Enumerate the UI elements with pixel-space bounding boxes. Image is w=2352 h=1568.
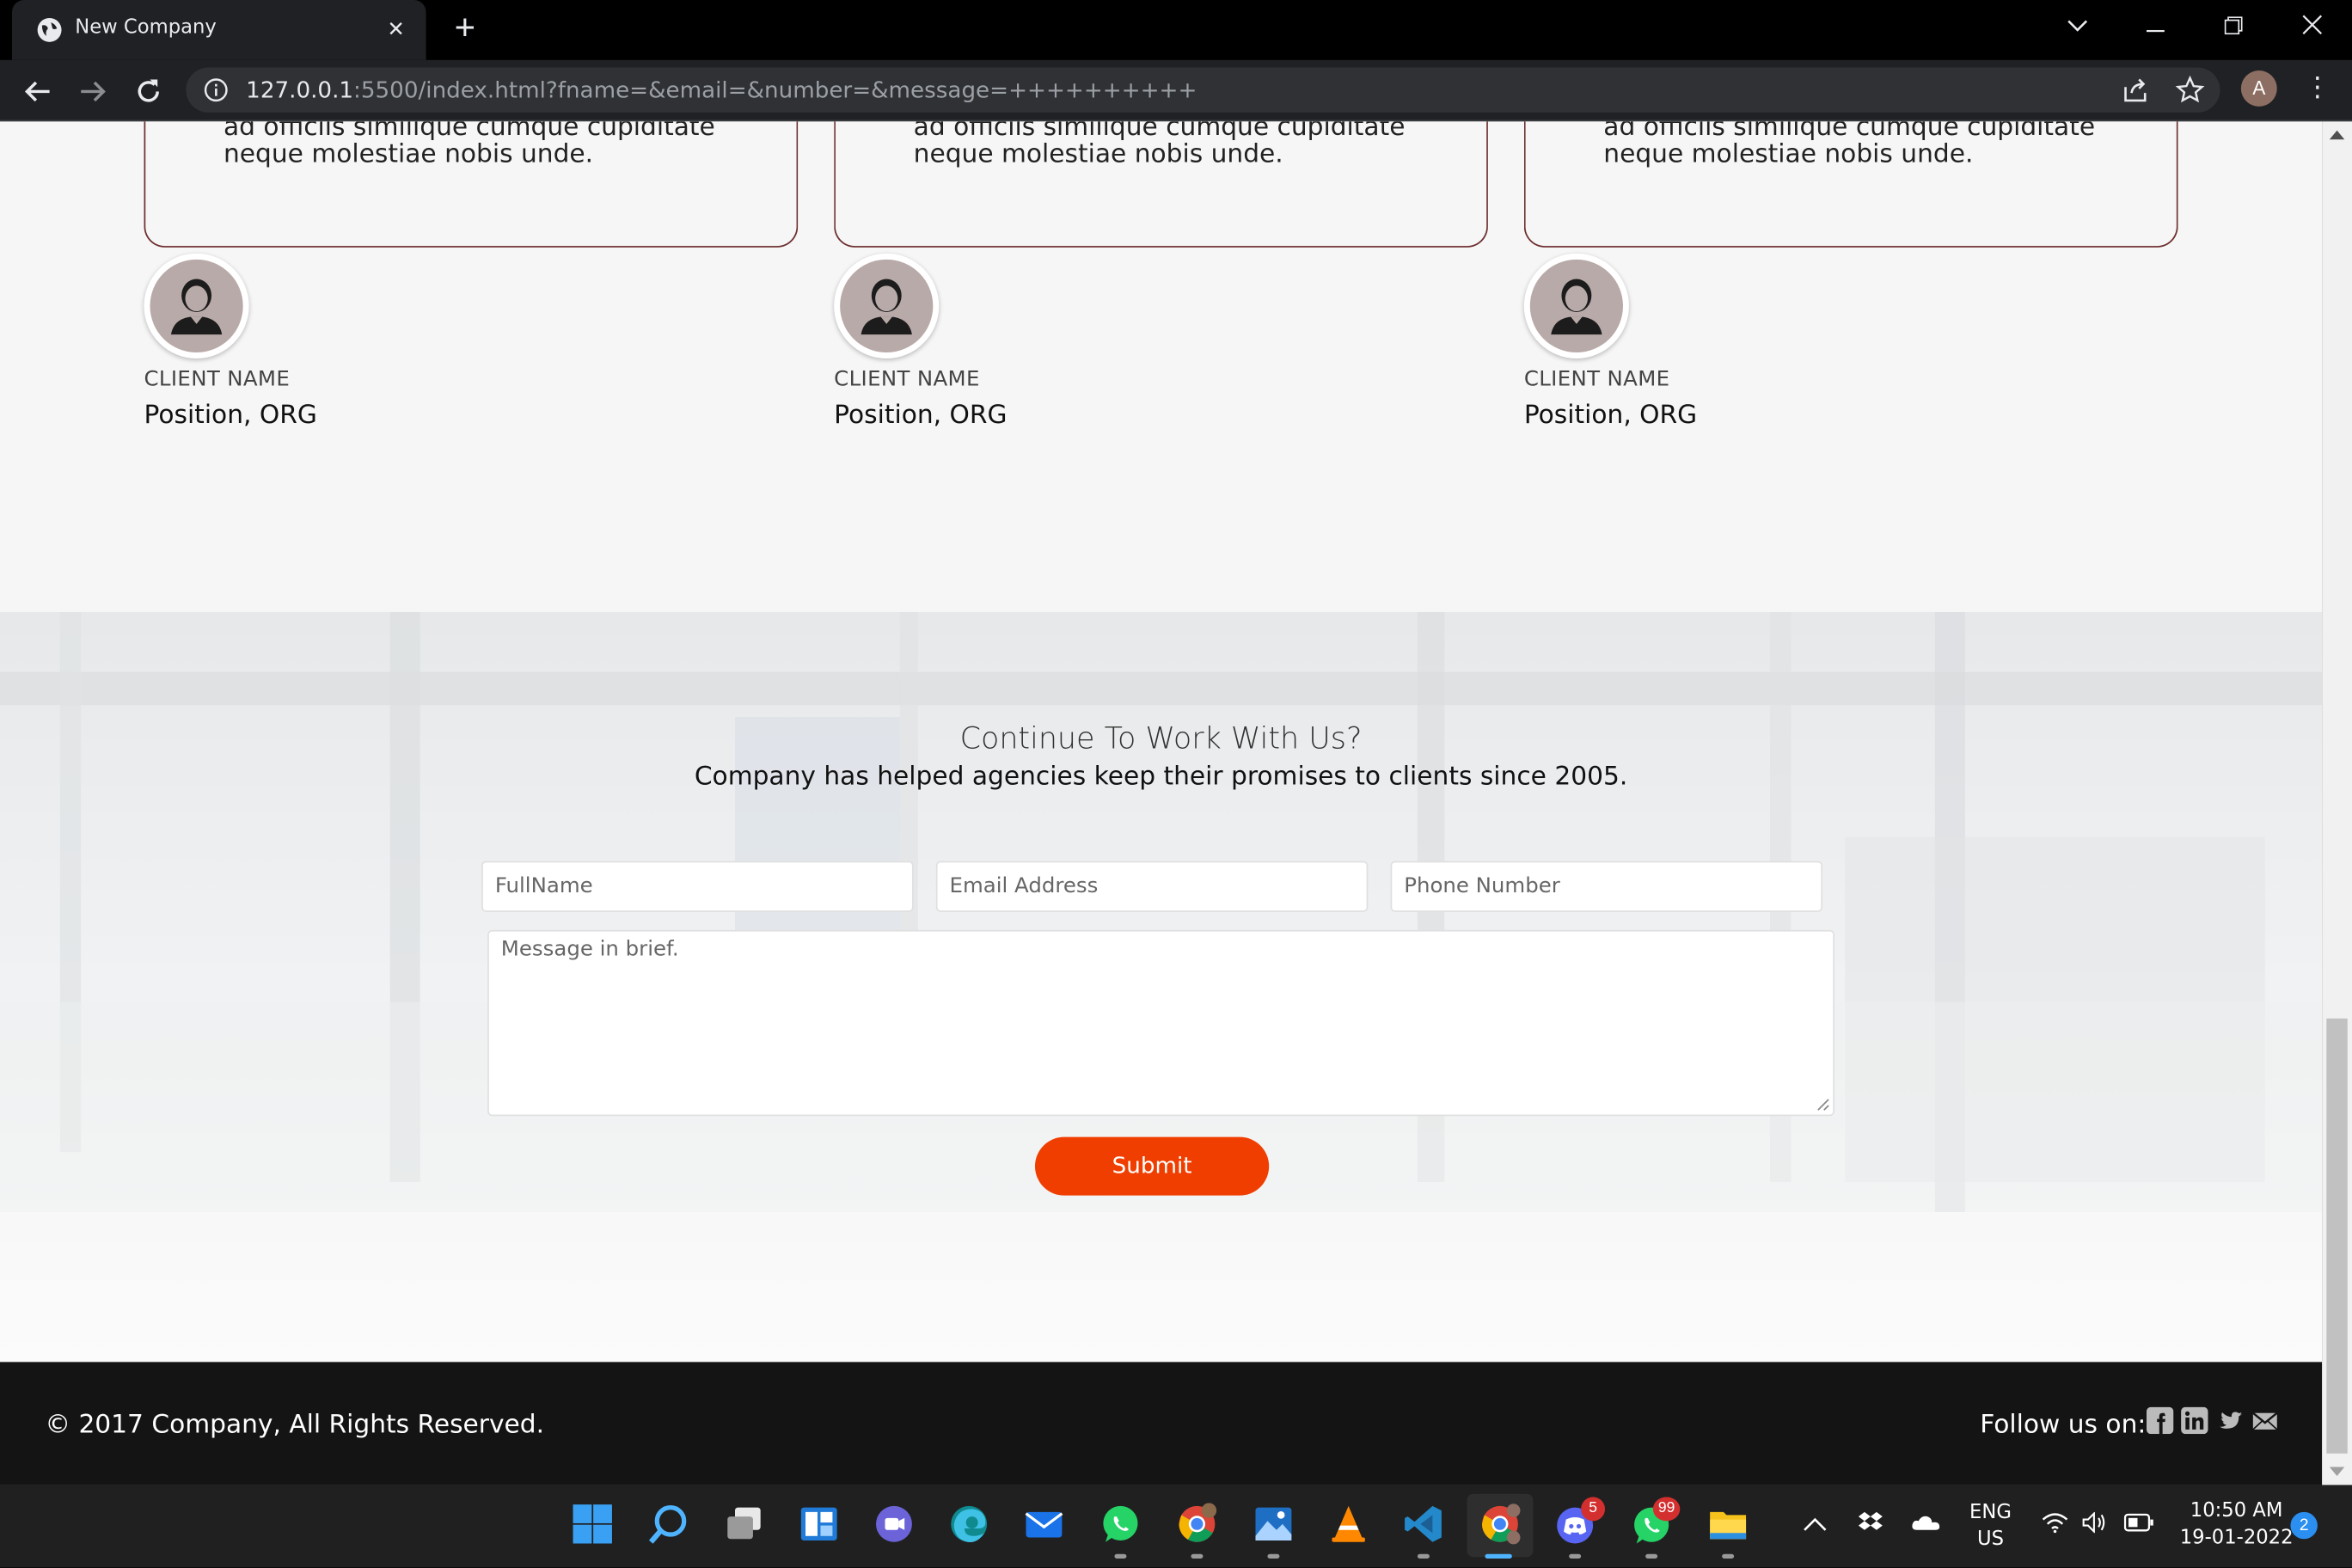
message-textarea[interactable]: Message in brief. (487, 929, 1835, 1117)
chrome-profile-icon[interactable] (1176, 1503, 1218, 1545)
chrome-icon[interactable] (1479, 1503, 1521, 1545)
mail-icon[interactable] (2251, 1407, 2278, 1434)
resize-grip-icon[interactable] (1816, 1098, 1830, 1112)
testimonial-card: ad officiis similique cumque cupiditate … (1523, 121, 2178, 248)
whatsapp-badge: 99 (1652, 1497, 1681, 1522)
user-silhouette-icon (1551, 279, 1602, 335)
new-tab-button[interactable]: + (444, 9, 486, 51)
message-placeholder: Message in brief. (500, 937, 679, 962)
linkedin-icon[interactable] (2181, 1406, 2208, 1435)
wifi-icon[interactable] (2042, 1512, 2068, 1534)
submit-button[interactable]: Submit (1034, 1136, 1270, 1196)
client-name: CLIENT NAME (834, 367, 980, 392)
active-indicator (1485, 1553, 1512, 1559)
edge-browser-icon[interactable] (948, 1503, 990, 1545)
region-indicator[interactable]: US (1965, 1528, 2016, 1551)
widgets-icon[interactable] (798, 1503, 840, 1545)
testimonial-card: ad officiis similique cumque cupiditate … (834, 121, 1488, 248)
contact-title: Continue To Work With Us? (959, 720, 1363, 756)
vscode-icon[interactable] (1402, 1503, 1444, 1545)
back-icon[interactable] (18, 72, 57, 111)
forward-icon[interactable] (74, 72, 113, 111)
mail-app-icon[interactable] (1023, 1503, 1065, 1545)
browser-toolbar: 127.0.0.1:5500/index.html?fname=&email=&… (0, 59, 2352, 122)
contact-subtitle: Company has helped agencies keep their p… (694, 762, 1628, 793)
bookmark-star-icon[interactable] (2175, 75, 2205, 105)
running-indicator (1191, 1553, 1204, 1559)
client-name: CLIENT NAME (1523, 367, 1670, 392)
testimonial-card: ad officiis similique cumque cupiditate … (144, 121, 799, 248)
testimonial-quote: neque molestiae nobis unde. (223, 139, 594, 170)
windows-taskbar: 5 99 ENG US 10:50 AM 19-01-2022 2 (0, 1485, 2352, 1568)
contact-section: Continue To Work With Us? Company has he… (0, 611, 2323, 1363)
globe-icon (37, 17, 62, 42)
user-silhouette-icon (861, 279, 912, 335)
url-path: :5500/index.html?fname=&email=&number=&m… (353, 76, 1197, 104)
tab-title: New Company (75, 16, 217, 40)
page-footer: © 2017 Company, All Rights Reserved. Fol… (0, 1362, 2323, 1485)
task-view-icon[interactable] (723, 1503, 765, 1545)
minimize-icon[interactable] (2121, 0, 2190, 54)
search-icon[interactable] (648, 1503, 690, 1545)
page-scrollbar[interactable] (2322, 121, 2352, 1485)
windows-start-icon[interactable] (572, 1503, 614, 1545)
running-indicator (1722, 1553, 1735, 1559)
whatsapp-icon[interactable] (1099, 1503, 1142, 1545)
file-explorer-icon[interactable] (1707, 1503, 1749, 1545)
site-info-icon[interactable] (204, 78, 228, 102)
vlc-icon[interactable] (1327, 1503, 1369, 1545)
copyright-text: © 2017 Company, All Rights Reserved. (45, 1410, 545, 1441)
url-text: 127.0.0.1:5500/index.html?fname=&email=&… (246, 77, 1197, 103)
address-bar[interactable]: 127.0.0.1:5500/index.html?fname=&email=&… (186, 67, 2220, 113)
scroll-down-icon[interactable] (2329, 1467, 2345, 1476)
running-indicator (1114, 1553, 1127, 1559)
client-position: Position, ORG (144, 400, 317, 431)
follow-label: Follow us on: (1980, 1410, 2147, 1441)
scroll-up-icon[interactable] (2329, 130, 2345, 140)
client-avatar (834, 253, 940, 359)
client-position: Position, ORG (834, 400, 1008, 431)
clock-time[interactable]: 10:50 AM (2169, 1500, 2304, 1522)
close-window-icon[interactable] (2277, 0, 2346, 54)
volume-icon[interactable] (2082, 1511, 2109, 1534)
browser-tab[interactable]: New Company ✕ (11, 0, 426, 60)
restore-icon[interactable] (2199, 0, 2268, 54)
chevron-up-icon[interactable] (1803, 1516, 1827, 1531)
testimonial-quote: neque molestiae nobis unde. (913, 139, 1283, 170)
running-indicator (1267, 1553, 1280, 1559)
page-viewport: ad officiis similique cumque cupiditate … (0, 121, 2323, 1485)
running-indicator (1645, 1553, 1658, 1559)
reload-icon[interactable] (129, 72, 168, 111)
client-avatar (1523, 253, 1629, 359)
browser-tab-bar: New Company ✕ + (0, 0, 2352, 60)
facebook-icon[interactable] (2146, 1406, 2174, 1435)
close-tab-icon[interactable]: ✕ (381, 14, 411, 44)
profile-avatar[interactable]: A (2240, 70, 2277, 107)
tab-search-chevron-icon[interactable] (2043, 0, 2112, 54)
client-avatar (144, 253, 249, 359)
email-input[interactable]: Email Address (935, 861, 1369, 912)
fullname-input[interactable]: FullName (481, 861, 914, 912)
onedrive-icon[interactable] (1911, 1514, 1941, 1532)
dropbox-icon[interactable] (1857, 1510, 1883, 1534)
share-icon[interactable] (2121, 75, 2151, 105)
url-host: 127.0.0.1 (246, 76, 354, 104)
battery-icon[interactable] (2123, 1513, 2154, 1532)
running-indicator (1417, 1553, 1430, 1559)
client-position: Position, ORG (1523, 400, 1698, 431)
twitter-icon[interactable] (2217, 1407, 2244, 1434)
clock-date[interactable]: 19-01-2022 (2169, 1527, 2304, 1549)
testimonial-quote: neque molestiae nobis unde. (1603, 139, 1974, 170)
scrollbar-thumb[interactable] (2326, 1018, 2348, 1454)
running-indicator (1569, 1553, 1582, 1559)
discord-badge: 5 (1581, 1497, 1606, 1522)
language-indicator[interactable]: ENG (1965, 1502, 2016, 1524)
photos-icon[interactable] (1253, 1503, 1295, 1545)
menu-kebab-icon[interactable]: ⋮ (2304, 70, 2331, 107)
notification-count-badge[interactable]: 2 (2290, 1511, 2318, 1540)
phone-input[interactable]: Phone Number (1390, 861, 1823, 912)
user-silhouette-icon (170, 279, 223, 335)
teams-chat-icon[interactable] (873, 1503, 916, 1545)
client-name: CLIENT NAME (144, 367, 291, 392)
